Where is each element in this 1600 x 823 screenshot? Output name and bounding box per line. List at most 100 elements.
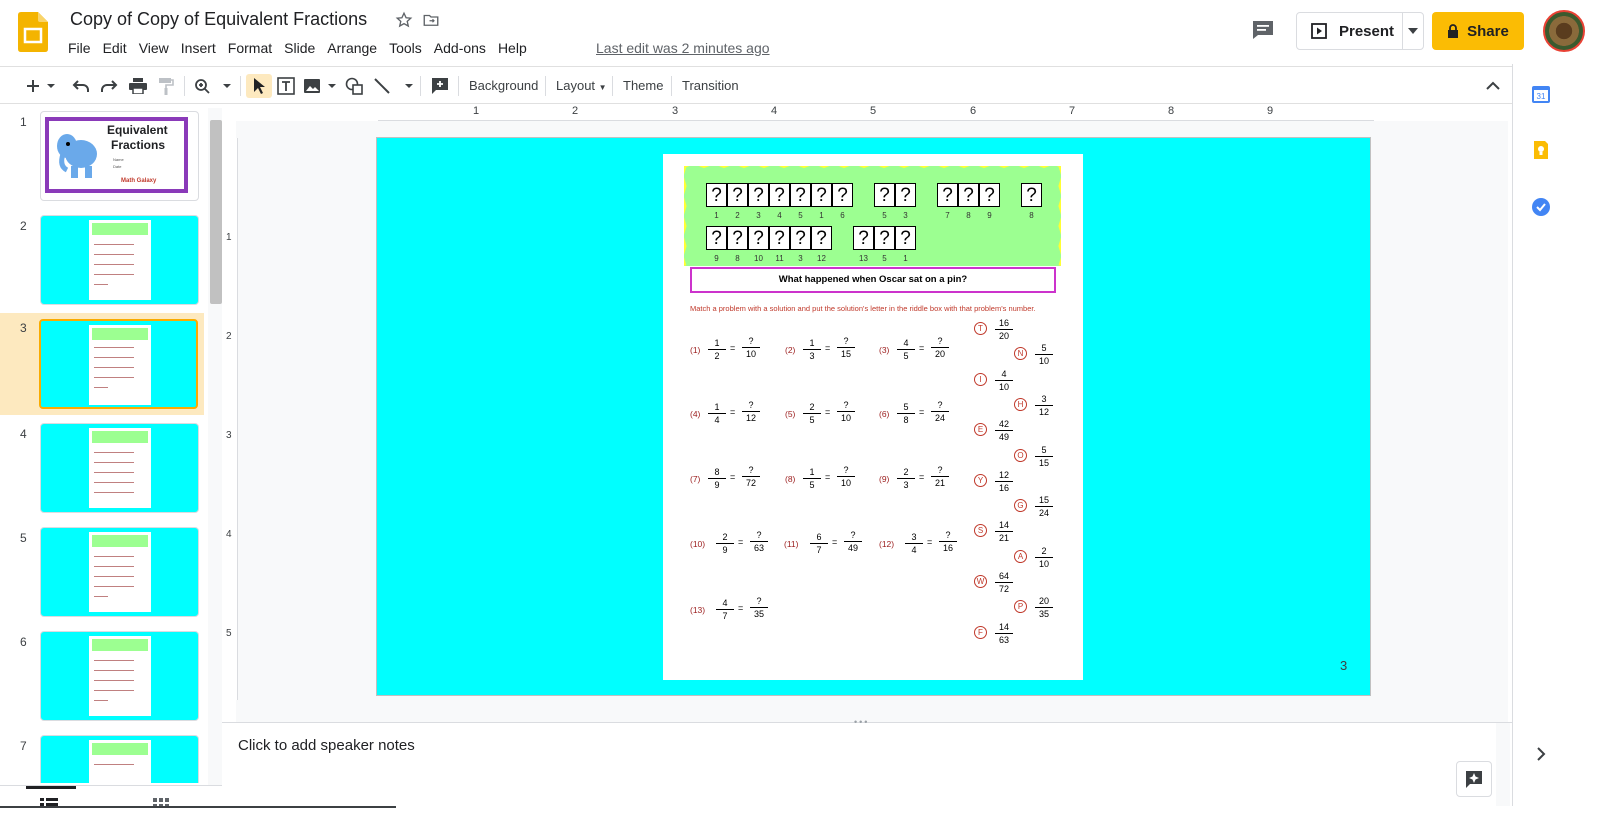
menu-slide[interactable]: Slide — [278, 37, 321, 59]
speaker-notes-placeholder[interactable]: Click to add speaker notes — [238, 737, 415, 754]
account-avatar[interactable] — [1543, 10, 1585, 52]
side-panel: 31 — [1512, 64, 1568, 823]
print-button[interactable] — [127, 74, 149, 98]
riddle-box[interactable]: ? — [706, 226, 727, 250]
notes-scrollbar[interactable] — [1496, 723, 1510, 807]
zoom-button[interactable] — [192, 74, 234, 98]
riddle-box[interactable]: ? — [748, 226, 769, 250]
resize-handle-icon[interactable]: ••• — [854, 717, 869, 727]
riddle-box[interactable]: ? — [748, 183, 769, 207]
riddle-box[interactable]: ? — [832, 183, 853, 207]
riddle-box[interactable]: ? — [769, 183, 790, 207]
transition-button[interactable]: Transition — [682, 78, 739, 93]
riddle-box[interactable]: ? — [769, 226, 790, 250]
slide-thumbnail-1[interactable]: 1 Equivalent Fractions Name Date Math Ga… — [0, 109, 204, 207]
slide-thumbnail-6[interactable]: 6 — [0, 629, 204, 727]
target-fraction: ? 10 — [742, 335, 760, 359]
answer-letter: O — [1014, 448, 1027, 462]
add-comment-button[interactable] — [428, 74, 452, 98]
answer-fraction: 5 15 — [1035, 444, 1053, 468]
riddle-box[interactable]: ? — [790, 226, 811, 250]
redo-button[interactable] — [98, 74, 120, 98]
riddle-box[interactable]: ? — [958, 183, 979, 207]
slide-thumbnail-3[interactable]: 3 — [0, 313, 204, 415]
slide-thumbnail-7[interactable]: 7 — [0, 733, 204, 783]
riddle-box[interactable]: ? — [727, 183, 748, 207]
horizontal-ruler[interactable]: 1 2 3 4 5 6 7 8 9 — [378, 105, 1374, 121]
numerator: 4 — [1001, 368, 1007, 379]
menu-tools[interactable]: Tools — [383, 37, 428, 59]
denominator: 49 — [844, 541, 862, 553]
menu-view[interactable]: View — [133, 37, 175, 59]
insert-image-button[interactable] — [302, 74, 338, 98]
riddle-box[interactable]: ? — [895, 183, 916, 207]
riddle-box[interactable]: ? — [853, 226, 874, 250]
hide-menus-button[interactable] — [1482, 74, 1504, 98]
text-box-button[interactable] — [274, 74, 298, 98]
star-icon[interactable] — [395, 11, 413, 29]
riddle-box[interactable]: ? — [1021, 183, 1042, 207]
fraction-problem: (5) 2 5 =? 10 — [785, 400, 875, 429]
numerator: 2 — [722, 532, 728, 542]
equals-sign: = — [927, 537, 933, 547]
tasks-icon[interactable] — [1531, 197, 1551, 217]
menu-add-ons[interactable]: Add-ons — [428, 37, 492, 59]
riddle-box[interactable]: ? — [790, 183, 811, 207]
menu-arrange[interactable]: Arrange — [321, 37, 383, 59]
keep-icon[interactable] — [1531, 140, 1551, 160]
menu-format[interactable]: Format — [222, 37, 278, 59]
numerator: ? — [937, 465, 943, 475]
speaker-notes-panel[interactable]: ••• Click to add speaker notes — [222, 717, 1512, 807]
denominator: 10 — [1035, 556, 1053, 569]
calendar-icon[interactable]: 31 — [1531, 84, 1551, 104]
riddle-box[interactable]: ? — [937, 183, 958, 207]
riddle-box[interactable]: ? — [811, 183, 832, 207]
vertical-ruler[interactable]: 1 2 3 4 5 — [222, 138, 238, 700]
layout-label: Layout — [556, 78, 596, 93]
numerator: ? — [945, 530, 951, 540]
explore-button[interactable] — [1456, 761, 1492, 797]
riddle-box[interactable]: ? — [811, 226, 832, 250]
document-title[interactable]: Copy of Copy of Equivalent Fractions — [70, 9, 367, 30]
slide-thumbnail-5[interactable]: 5 — [0, 525, 204, 623]
move-folder-icon[interactable] — [422, 11, 440, 29]
menu-insert[interactable]: Insert — [175, 37, 222, 59]
shape-button[interactable] — [342, 74, 366, 98]
expand-icon[interactable] — [1531, 744, 1551, 764]
ruler-mark: 2 — [572, 105, 579, 117]
target-fraction: ? 12 — [742, 399, 760, 423]
riddle-box-number: 6 — [840, 211, 845, 220]
riddle-box[interactable]: ? — [727, 226, 748, 250]
ruler-mark: 1 — [473, 105, 480, 117]
present-dropdown[interactable] — [1403, 28, 1423, 34]
select-tool[interactable] — [246, 74, 272, 98]
answer-letter: W — [974, 575, 987, 588]
line-button[interactable] — [372, 74, 416, 98]
menu-help[interactable]: Help — [492, 37, 533, 59]
answer-letter: H — [1014, 397, 1027, 411]
riddle-box[interactable]: ? — [874, 226, 895, 250]
slide-thumbnail-2[interactable]: 2 — [0, 213, 204, 311]
theme-button[interactable]: Theme — [623, 78, 663, 93]
riddle-box[interactable]: ? — [706, 183, 727, 207]
new-slide-button[interactable] — [22, 74, 62, 98]
filmstrip-scrollbar[interactable] — [208, 108, 222, 786]
text-box-icon — [277, 77, 295, 95]
riddle-box[interactable]: ? — [895, 226, 916, 250]
menu-file[interactable]: File — [62, 37, 97, 59]
riddle-box[interactable]: ? — [874, 183, 895, 207]
paint-format-button[interactable] — [155, 74, 177, 98]
comment-history-icon[interactable] — [1250, 18, 1276, 42]
slides-logo-icon[interactable] — [18, 12, 48, 52]
last-edit-link[interactable]: Last edit was 2 minutes ago — [596, 40, 770, 56]
share-button[interactable]: Share — [1432, 12, 1524, 50]
present-button[interactable]: Present — [1297, 13, 1403, 49]
riddle-box-number: 10 — [754, 254, 763, 263]
background-button[interactable]: Background — [469, 78, 538, 93]
layout-button[interactable]: Layout ▼ — [556, 78, 607, 93]
scrollbar-thumb[interactable] — [210, 120, 222, 304]
slide-thumbnail-4[interactable]: 4 — [0, 421, 204, 519]
undo-button[interactable] — [70, 74, 92, 98]
riddle-box[interactable]: ? — [979, 183, 1000, 207]
menu-edit[interactable]: Edit — [97, 37, 133, 59]
